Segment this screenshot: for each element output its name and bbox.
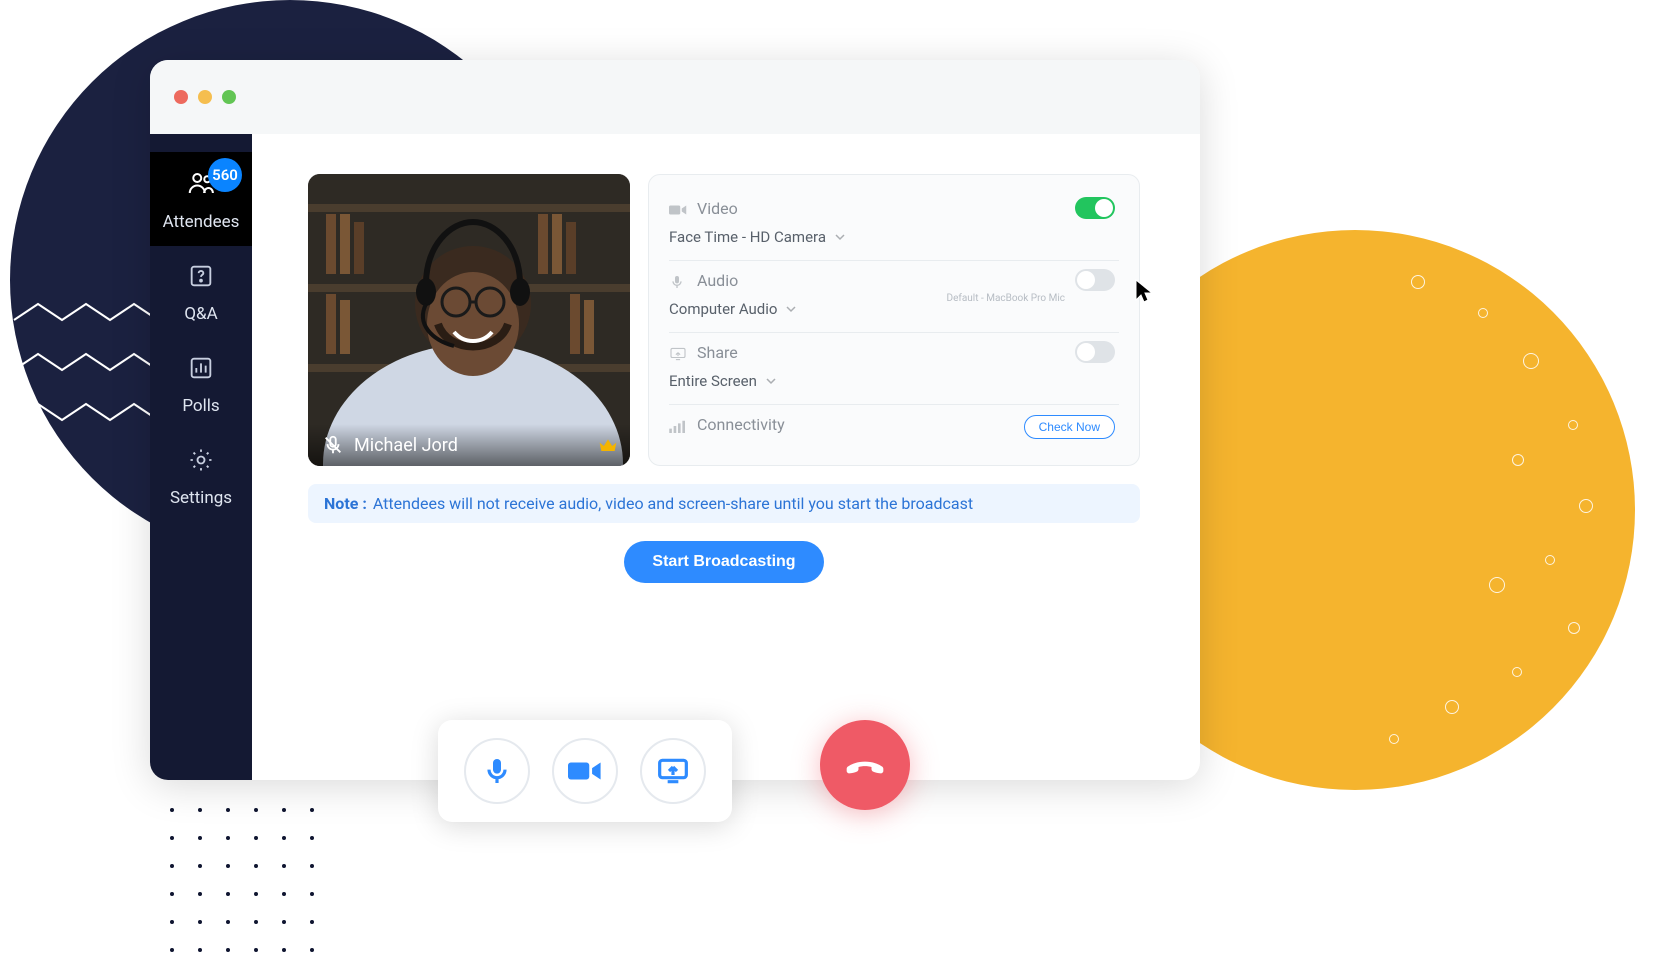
- sidebar-item-label: Settings: [150, 488, 252, 508]
- chevron-down-icon: [765, 375, 777, 387]
- window-titlebar: [150, 60, 1200, 134]
- screenshare-icon: [669, 346, 687, 360]
- share-source-select[interactable]: Entire Screen: [669, 372, 1119, 390]
- video-source-select[interactable]: Face Time - HD Camera: [669, 228, 1119, 246]
- sidebar-item-polls[interactable]: Polls: [150, 338, 252, 430]
- option-audio: Audio Computer Audio Default - MacBook P…: [669, 261, 1119, 333]
- sidebar-item-qa[interactable]: Q&A: [150, 246, 252, 338]
- video-toggle[interactable]: [1075, 197, 1115, 219]
- poll-icon: [186, 354, 216, 384]
- broadcast-settings-panel: Video Face Time - HD Camera: [648, 174, 1140, 466]
- sidebar: 560 Attendees Q&A: [150, 134, 252, 780]
- mic-muted-icon: [322, 434, 344, 456]
- sidebar-item-label: Polls: [150, 396, 252, 416]
- note-prefix: Note :: [324, 494, 367, 513]
- option-label: Connectivity: [697, 415, 785, 434]
- question-icon: [186, 262, 216, 292]
- call-controls-bar: [438, 720, 732, 822]
- signal-icon: [669, 418, 687, 432]
- window-traffic-lights: [174, 90, 236, 104]
- option-label: Share: [697, 343, 738, 362]
- chevron-down-icon: [785, 303, 797, 315]
- decor-dots-top: [1337, 30, 1495, 188]
- sidebar-item-label: Q&A: [150, 304, 252, 324]
- sidebar-item-settings[interactable]: Settings: [150, 430, 252, 522]
- check-connectivity-button[interactable]: Check Now: [1024, 415, 1115, 439]
- broadcast-note: Note : Attendees will not receive audio,…: [308, 484, 1140, 523]
- sidebar-item-attendees[interactable]: 560 Attendees: [150, 152, 252, 246]
- microphone-icon: [669, 274, 687, 288]
- hangup-button[interactable]: [820, 720, 910, 810]
- attendees-badge: 560: [208, 158, 242, 192]
- option-label: Video: [697, 199, 738, 218]
- camera-icon: [669, 202, 687, 216]
- window-zoom-icon[interactable]: [222, 90, 236, 104]
- window-close-icon[interactable]: [174, 90, 188, 104]
- crown-icon: [598, 436, 618, 456]
- chevron-down-icon: [834, 231, 846, 243]
- sidebar-item-label: Attendees: [150, 212, 252, 232]
- camera-button[interactable]: [552, 738, 618, 804]
- app-window: 560 Attendees Q&A: [150, 60, 1200, 780]
- presenter-video-tile: Michael Jord: [308, 174, 630, 466]
- main-area: Michael Jord Video: [252, 134, 1200, 780]
- screenshare-button[interactable]: [640, 738, 706, 804]
- presenter-name-overlay: Michael Jord: [308, 424, 630, 466]
- option-connectivity: Connectivity Check Now: [669, 405, 1119, 448]
- start-broadcasting-button[interactable]: Start Broadcasting: [624, 541, 823, 583]
- presenter-video-placeholder: [308, 174, 630, 466]
- option-video: Video Face Time - HD Camera: [669, 189, 1119, 261]
- option-label: Audio: [697, 271, 738, 290]
- audio-device-hint: Default - MacBook Pro Mic: [947, 293, 1066, 304]
- window-minimize-icon[interactable]: [198, 90, 212, 104]
- note-text: Attendees will not receive audio, video …: [373, 494, 973, 513]
- presenter-name: Michael Jord: [354, 435, 458, 456]
- decor-dots-bottom: [170, 808, 328, 966]
- share-toggle[interactable]: [1075, 341, 1115, 363]
- option-share: Share Entire Screen: [669, 333, 1119, 405]
- gear-icon: [186, 446, 216, 476]
- audio-toggle[interactable]: [1075, 269, 1115, 291]
- mic-button[interactable]: [464, 738, 530, 804]
